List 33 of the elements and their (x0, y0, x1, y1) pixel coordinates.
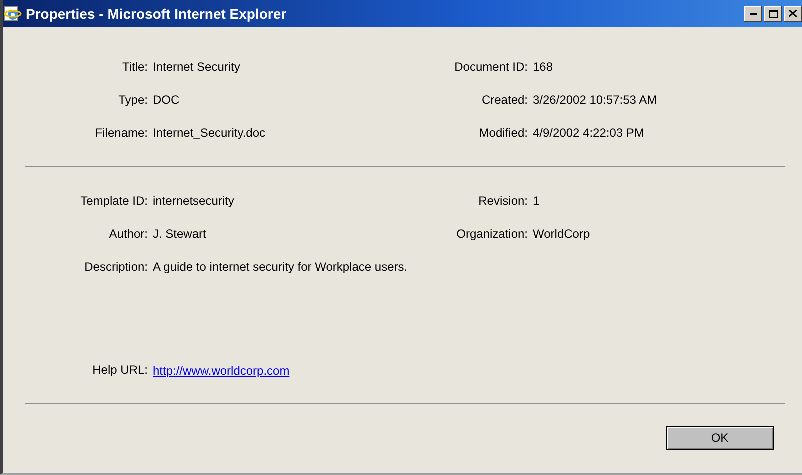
field-label: Document ID: (454, 59, 528, 76)
minimize-button[interactable] (744, 6, 762, 22)
field-label: Description: (84, 259, 148, 276)
field-label: Author: (108, 226, 148, 243)
window-title: Properties - Microsoft Internet Explorer (26, 6, 288, 22)
minimize-icon (750, 12, 756, 14)
field-label: Revision: (478, 193, 528, 210)
field-value: 168 (533, 59, 554, 76)
field-value: internetsecurity (153, 193, 236, 210)
close-button[interactable] (784, 6, 802, 22)
help-link[interactable]: http://www.worldcorp.com (153, 364, 290, 378)
close-icon (789, 10, 797, 17)
field-value: 4/9/2002 4:22:03 PM (533, 125, 646, 142)
maximize-button[interactable] (764, 6, 782, 22)
field-label: Modified: (478, 125, 528, 142)
field-label: Organization: (456, 226, 528, 243)
field-label: Type: (118, 92, 148, 109)
field-value: A guide to internet security for Workplace users. (153, 259, 409, 276)
field-value: 3/26/2002 10:57:53 AM (533, 92, 658, 109)
field-label: Created: (480, 92, 528, 109)
field-value: WorldCorp (533, 226, 592, 243)
field-label: Filename: (94, 125, 148, 142)
field-value: J. Stewart (153, 226, 208, 243)
field-label: Title: (121, 59, 148, 76)
field-value: 1 (533, 193, 541, 210)
field-value: DOC (153, 92, 181, 109)
field-value: Internet_Security.doc (153, 125, 267, 142)
browser-logo-icon (4, 4, 22, 22)
field-value: Internet Security (153, 59, 242, 76)
maximize-icon (768, 10, 778, 18)
field-label: Help URL: (92, 362, 148, 379)
ok-button[interactable]: OK (666, 426, 774, 450)
field-label: Template ID: (80, 193, 148, 210)
